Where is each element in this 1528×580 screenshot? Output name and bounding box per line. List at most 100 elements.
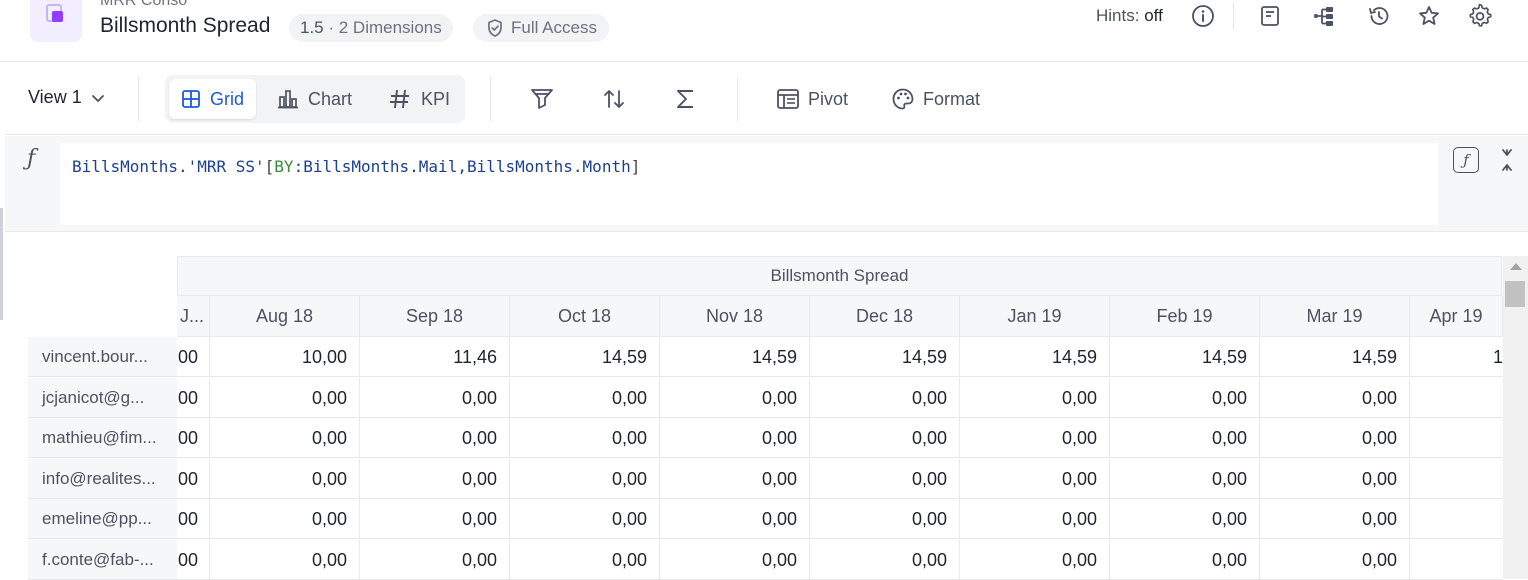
grid-cell[interactable]: 0,00	[960, 539, 1110, 580]
grid-cell[interactable]: 14,59	[1110, 337, 1260, 377]
grid-cell[interactable]: 0,00	[810, 458, 960, 499]
grid-cell[interactable]: 0,00	[810, 539, 960, 580]
sum-icon[interactable]	[672, 85, 700, 113]
lineage-icon[interactable]	[1311, 3, 1337, 29]
grid-cell[interactable]: 0,00	[1110, 418, 1260, 458]
grid-cell[interactable]: 0,00	[960, 499, 1110, 539]
grid-cell[interactable]	[1410, 499, 1503, 539]
grid-cell[interactable]: 0,00	[660, 458, 810, 499]
hints-toggle[interactable]: Hints: off	[1096, 6, 1163, 26]
version-badge[interactable]: 1.5 · 2 Dimensions	[289, 14, 453, 42]
grid-cell[interactable]: 10,00	[210, 337, 360, 377]
grid-cell[interactable]: 0,00	[210, 458, 360, 499]
sort-icon[interactable]	[600, 85, 628, 113]
grid-cell[interactable]: 0,00	[210, 418, 360, 458]
column-header[interactable]: Sep 18	[360, 296, 510, 337]
grid-cell[interactable]: 1	[1410, 337, 1503, 377]
column-header[interactable]: Aug 18	[210, 296, 360, 337]
document-icon[interactable]	[1257, 3, 1283, 29]
filter-icon[interactable]	[528, 85, 556, 113]
collapse-icon[interactable]	[1499, 148, 1515, 172]
function-editor-button[interactable]: ƒ	[1453, 147, 1479, 173]
star-icon[interactable]	[1416, 3, 1442, 29]
column-header[interactable]: Feb 19	[1110, 296, 1260, 337]
grid-cell[interactable]: 0,00	[510, 418, 660, 458]
grid-cell[interactable]: 14,59	[960, 337, 1110, 377]
gear-icon[interactable]	[1467, 3, 1493, 29]
grid-cell[interactable]: 0,00	[510, 539, 660, 580]
grid-cell[interactable]: 0,00	[1260, 418, 1410, 458]
grid-cell[interactable]: 00	[177, 458, 210, 499]
grid-cell[interactable]: 0,00	[210, 377, 360, 418]
column-header[interactable]: Dec 18	[810, 296, 960, 337]
grid-cell[interactable]	[1410, 459, 1503, 499]
grid-cell[interactable]: 14,59	[1260, 337, 1410, 377]
grid-cell[interactable]: 0,00	[1110, 377, 1260, 418]
grid-cell[interactable]: 00	[177, 337, 210, 377]
grid-cell[interactable]: 0,00	[1260, 458, 1410, 499]
grid-cell[interactable]: 0,00	[210, 499, 360, 539]
row-header[interactable]: emeline@pp...	[28, 499, 177, 539]
info-icon[interactable]	[1190, 3, 1216, 29]
grid-cell[interactable]: 14,59	[660, 337, 810, 377]
format-button[interactable]: Format	[891, 87, 980, 111]
grid-cell[interactable]: 0,00	[960, 418, 1110, 458]
pivot-button[interactable]: Pivot	[776, 87, 848, 111]
tab-chart[interactable]: Chart	[265, 79, 364, 119]
grid-cell[interactable]: 0,00	[660, 539, 810, 580]
grid-cell[interactable]: 0,00	[960, 458, 1110, 499]
formula-text[interactable]: BillsMonths.'MRR SS'[BY:BillsMonths.Mail…	[72, 157, 640, 176]
column-header[interactable]: Mar 19	[1260, 296, 1410, 337]
grid-cell[interactable]: 0,00	[1110, 458, 1260, 499]
app-icon[interactable]	[30, 0, 82, 42]
grid-cell[interactable]: 0,00	[810, 377, 960, 418]
scrollbar-thumb[interactable]	[1505, 281, 1525, 307]
view-selector[interactable]: View 1	[28, 87, 106, 108]
grid-cell[interactable]: 0,00	[360, 418, 510, 458]
vertical-scrollbar[interactable]	[1503, 256, 1528, 579]
grid-cell[interactable]	[1410, 418, 1503, 458]
access-badge[interactable]: Full Access	[473, 14, 609, 42]
grid-cell[interactable]: 0,00	[1260, 499, 1410, 539]
grid-cell[interactable]: 0,00	[1260, 539, 1410, 580]
row-header[interactable]: info@realites...	[28, 458, 177, 499]
tab-grid[interactable]: Grid	[169, 79, 257, 119]
grid-cell[interactable]: 11,46	[360, 337, 510, 377]
grid-cell[interactable]: 0,00	[510, 499, 660, 539]
grid-cell[interactable]: 0,00	[510, 377, 660, 418]
row-header[interactable]: f.conte@fab-...	[28, 539, 177, 580]
row-header[interactable]: jcjanicot@g...	[28, 377, 177, 418]
column-header[interactable]: Apr 19	[1410, 296, 1503, 337]
grid-cell[interactable]: 0,00	[360, 499, 510, 539]
grid-cell[interactable]: 0,00	[360, 458, 510, 499]
row-header[interactable]: mathieu@fim...	[28, 418, 177, 458]
tab-kpi[interactable]: KPI	[376, 79, 462, 119]
grid-cell[interactable]: 0,00	[660, 499, 810, 539]
grid-cell[interactable]: 00	[177, 418, 210, 458]
column-header[interactable]: Jan 19	[960, 296, 1110, 337]
grid-cell[interactable]: 00	[177, 539, 210, 580]
column-header[interactable]: Oct 18	[510, 296, 660, 337]
grid-cell[interactable]: 14,59	[510, 337, 660, 377]
grid-cell[interactable]	[1410, 540, 1503, 580]
grid-cell[interactable]: 0,00	[1110, 499, 1260, 539]
history-icon[interactable]	[1366, 3, 1392, 29]
grid-cell[interactable]: 0,00	[210, 539, 360, 580]
grid-cell[interactable]: 0,00	[510, 458, 660, 499]
column-header[interactable]: J...	[177, 296, 210, 337]
grid-cell[interactable]: 0,00	[810, 499, 960, 539]
grid-cell[interactable]: 0,00	[360, 377, 510, 418]
resize-handle[interactable]	[0, 208, 3, 320]
grid-cell[interactable]: 0,00	[810, 418, 960, 458]
grid-cell[interactable]: 0,00	[1260, 377, 1410, 418]
grid-cell[interactable]: 0,00	[360, 539, 510, 580]
grid-cell[interactable]: 0,00	[660, 418, 810, 458]
grid-cell[interactable]: 00	[177, 377, 210, 418]
formula-editor[interactable]: BillsMonths.'MRR SS'[BY:BillsMonths.Mail…	[60, 143, 1438, 225]
grid-cell[interactable]: 00	[177, 499, 210, 539]
grid-cell[interactable]: 0,00	[660, 377, 810, 418]
scroll-up-icon[interactable]	[1510, 263, 1522, 270]
grid-cell[interactable]: 0,00	[960, 377, 1110, 418]
grid-cell[interactable]: 14,59	[810, 337, 960, 377]
grid-cell[interactable]	[1410, 378, 1503, 418]
